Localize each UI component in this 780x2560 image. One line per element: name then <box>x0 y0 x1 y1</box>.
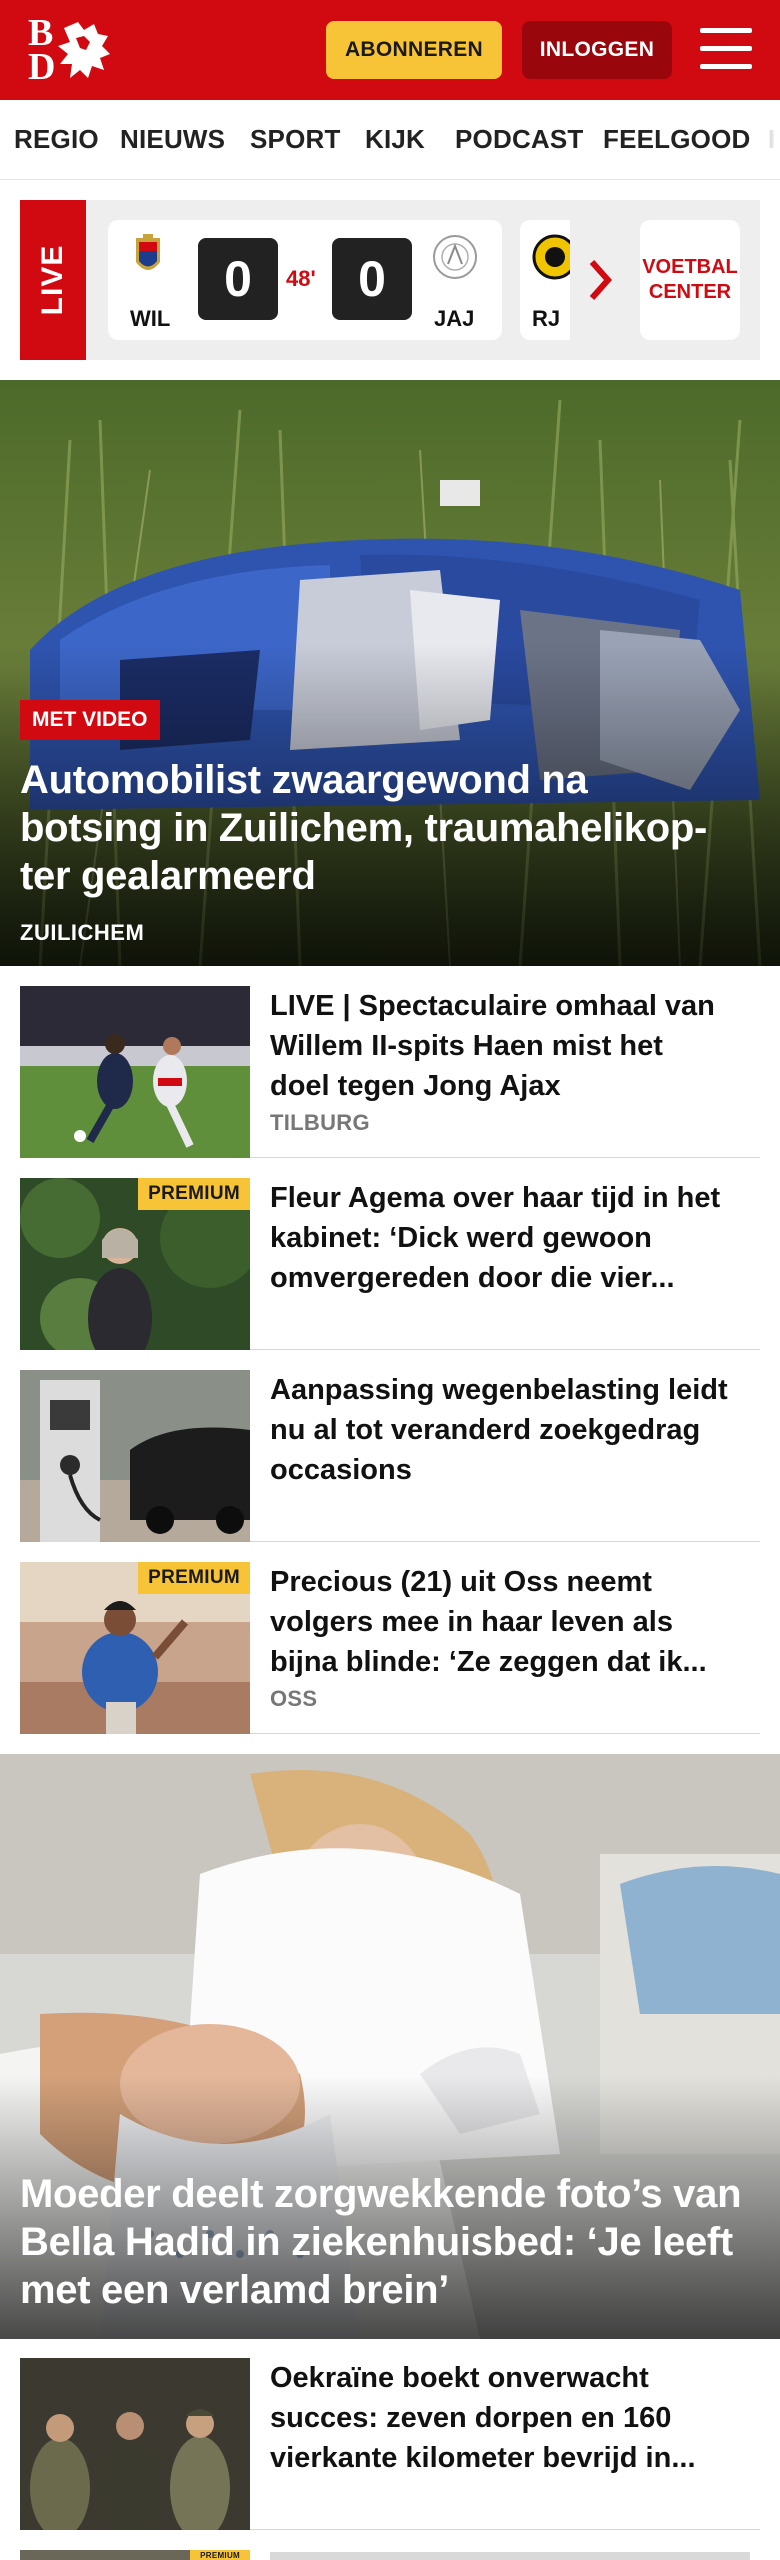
article-location: TILBURG <box>270 1110 370 1135</box>
away-team-code: JAJ <box>434 306 475 331</box>
featured-title: Moeder deelt zorgwekkende foto’s van Bel… <box>20 2172 742 2312</box>
roda-crest-icon <box>532 234 570 280</box>
login-button[interactable]: INLOGGEN <box>522 21 672 79</box>
hero-article[interactable]: MET VIDEO Automobilist zwaargewond na bo… <box>0 380 780 966</box>
home-team-code: WIL <box>130 306 171 331</box>
live-match-card[interactable]: WIL 0 48' 0 JAJ <box>108 220 502 340</box>
article-title: Fleur Agema over haar tijd in het kabine… <box>270 1182 721 1294</box>
hero-location: ZUILICHEM <box>20 920 145 945</box>
section-nav: REGIO NIEUWS SPORT KIJK PODCAST FEELGOOD… <box>0 100 780 180</box>
article-thumbnail <box>20 986 250 1158</box>
article-row[interactable]: Oekraïne boekt onverwacht succes: zeven … <box>20 2358 760 2530</box>
live-match-card-next[interactable]: RJ <box>520 220 570 340</box>
soldiers-photo <box>20 2358 250 2530</box>
premium-badge: PREMIUM <box>138 1562 250 1594</box>
site-header: B D ABONNEREN INLOGGEN <box>0 0 780 100</box>
article-title: LIVE | Spectaculaire omhaal van Willem I… <box>270 990 715 1102</box>
nav-item-sport[interactable]: SPORT <box>250 124 341 155</box>
football-photo <box>20 986 250 1158</box>
article-thumbnail: PREMIUM <box>20 1562 250 1734</box>
article-thumbnail: PREMIUM <box>20 2550 250 2560</box>
article-thumbnail <box>20 2358 250 2530</box>
subscribe-button[interactable]: ABONNEREN <box>326 21 502 79</box>
article-row[interactable]: PREMIUM Fleur Agema over haar tijd in he… <box>20 1178 760 1350</box>
premium-badge: PREMIUM <box>138 1178 250 1210</box>
charging-station-photo <box>20 1370 250 1542</box>
article-row[interactable]: Aanpassing wegenbelasting leidt nu al to… <box>20 1370 760 1542</box>
hamburger-icon[interactable] <box>700 26 752 72</box>
article-location: OSS <box>270 1686 318 1711</box>
article-title-cutoff <box>270 2552 750 2560</box>
ajax-crest-icon <box>433 235 477 279</box>
nav-item-feelgood[interactable]: FEELGOOD <box>603 124 751 155</box>
article-row[interactable]: LIVE | Spectaculaire omhaal van Willem I… <box>20 986 760 1158</box>
nav-fade <box>760 100 780 179</box>
featured-article[interactable]: Moeder deelt zorgwekkende foto’s van Bel… <box>0 1754 780 2339</box>
article-row[interactable]: PREMIUM Precious (21) uit Oss neemt volg… <box>20 1562 760 1734</box>
logo-letter-bottom: D <box>28 46 56 88</box>
video-badge: MET VIDEO <box>20 700 160 740</box>
voetbal-center-line2: CENTER <box>648 281 732 303</box>
live-label-text: LIVE <box>36 244 69 316</box>
voetbal-center-link[interactable]: VOETBAL CENTER <box>640 220 740 340</box>
hero-title: Automobilist zwaargewond na botsing in Z… <box>20 758 708 898</box>
article-thumbnail: PREMIUM <box>20 1178 250 1350</box>
nav-item-podcast[interactable]: PODCAST <box>455 124 584 155</box>
willem-ii-crest-icon <box>136 234 160 270</box>
premium-badge: PREMIUM <box>190 2550 250 2560</box>
voetbal-center-line1: VOETBAL <box>642 256 738 278</box>
lion-icon <box>58 22 110 78</box>
nav-item-regio[interactable]: REGIO <box>14 124 99 155</box>
away-score: 0 <box>332 238 412 320</box>
article-thumbnail <box>20 1370 250 1542</box>
article-row[interactable]: PREMIUM <box>20 2550 760 2560</box>
article-title: Precious (21) uit Oss neemt volgers mee … <box>270 1566 707 1678</box>
article-title: Aanpassing wegenbelasting leidt nu al to… <box>270 1374 728 1486</box>
nav-item-kijk[interactable]: KIJK <box>365 124 425 155</box>
live-label: LIVE <box>20 200 86 360</box>
match-minute: 48' <box>286 266 316 291</box>
nav-item-nieuws[interactable]: NIEUWS <box>120 124 225 155</box>
chevron-right-icon[interactable] <box>588 258 614 302</box>
site-logo[interactable]: B D <box>28 14 110 88</box>
home-score: 0 <box>198 238 278 320</box>
live-scores-bar: LIVE WIL 0 48' 0 JAJ RJ VOETBAL CENTER <box>20 200 760 360</box>
article-title: Oekraïne boekt onverwacht succes: zeven … <box>270 2362 696 2474</box>
next-team-code: RJ <box>532 306 561 331</box>
